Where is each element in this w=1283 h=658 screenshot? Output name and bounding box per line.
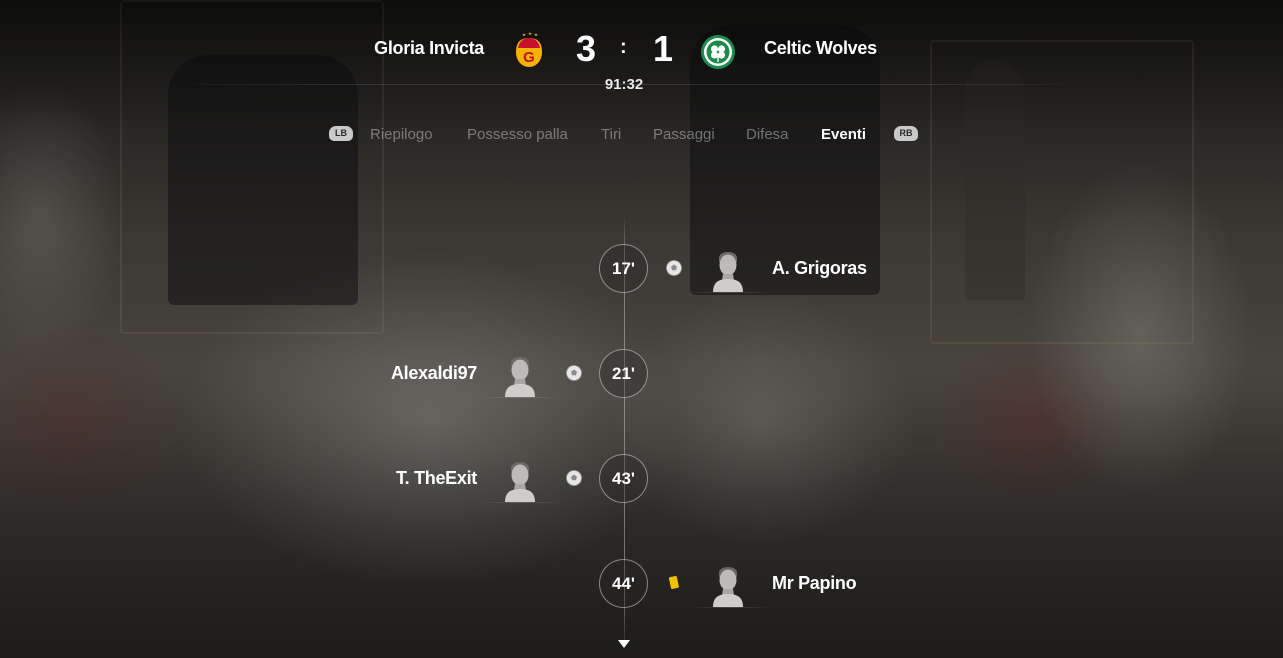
away-score: 1 (653, 28, 674, 69)
player-avatar-icon (505, 357, 535, 397)
player-avatar-icon (713, 567, 743, 607)
tab-possesso-palla[interactable]: Possesso palla (467, 126, 568, 143)
timeline-event: T. TheExit 43' (0, 454, 1283, 506)
header-divider (160, 84, 1100, 85)
away-team-name: Celtic Wolves (764, 38, 877, 58)
event-minute: 43' (599, 454, 648, 503)
scoreboard: Gloria Invicta G 3 : 1 Celtic Wolves (0, 28, 1283, 72)
score-separator: : (620, 36, 627, 58)
soccer-ball-icon (566, 470, 582, 486)
event-player-name: Alexaldi97 (390, 363, 477, 383)
event-player-name: T. TheExit (395, 468, 477, 488)
player-avatar-icon (713, 252, 743, 292)
stats-tab-bar: LB Riepilogo Possesso palla Tiri Passagg… (0, 124, 1283, 146)
tab-tiri[interactable]: Tiri (601, 126, 621, 143)
timeline-event: Alexaldi97 21' (0, 349, 1283, 401)
svg-text:G: G (523, 49, 535, 66)
event-minute: 17' (599, 244, 648, 293)
rb-bumper-icon[interactable]: RB (894, 126, 918, 141)
chevron-down-icon[interactable] (618, 640, 630, 648)
event-minute: 44' (599, 559, 648, 608)
tab-difesa[interactable]: Difesa (746, 126, 789, 143)
tab-passaggi[interactable]: Passaggi (653, 126, 715, 143)
lb-bumper-icon[interactable]: LB (329, 126, 353, 141)
tab-riepilogo[interactable]: Riepilogo (370, 126, 433, 143)
timeline-event: 44' Mr Papino (0, 559, 1283, 611)
event-player-name: A. Grigoras (772, 258, 867, 278)
home-score: 3 (576, 28, 597, 69)
home-team-name: Gloria Invicta (374, 38, 484, 58)
soccer-ball-icon (566, 365, 582, 381)
yellow-card-icon (668, 575, 679, 590)
away-team-crest-icon (701, 35, 735, 69)
tab-eventi[interactable]: Eventi (821, 126, 866, 143)
event-minute: 21' (599, 349, 648, 398)
event-player-name: Mr Papino (772, 573, 857, 593)
match-stats-screen: Gloria Invicta G 3 : 1 Celtic Wolves 91:… (0, 0, 1283, 658)
timeline-event: 17' A. Grigoras (0, 244, 1283, 296)
player-avatar-icon (505, 462, 535, 502)
home-team-crest-icon: G (516, 32, 542, 67)
soccer-ball-icon (666, 260, 682, 276)
